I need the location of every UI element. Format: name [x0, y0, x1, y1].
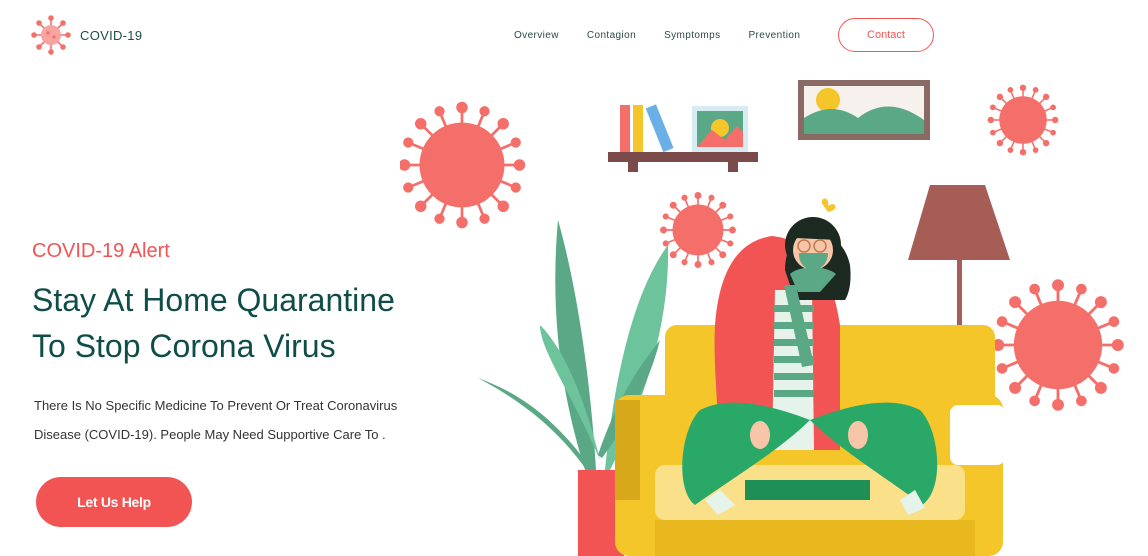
hero-description: There Is No Specific Medicine To Prevent…: [34, 391, 452, 449]
hero-headline: Stay At Home Quarantine To Stop Corona V…: [32, 277, 452, 369]
bookshelf-icon: [608, 104, 758, 172]
quarantine-illustration: [400, 80, 1124, 556]
virus-icon: [660, 192, 736, 268]
nav-symptoms[interactable]: Symptomps: [664, 30, 720, 41]
desc-line-1: There Is No Specific Medicine To Prevent…: [34, 398, 398, 413]
main-nav: Overview Contagion Symptomps Prevention: [500, 18, 814, 52]
desc-line-2: Disease (COVID-19). People May Need Supp…: [34, 427, 386, 442]
brand-name: COVID-19: [80, 27, 143, 43]
virus-icon: [992, 279, 1124, 411]
let-us-help-button[interactable]: Let Us Help: [36, 477, 192, 527]
virus-icon: [400, 101, 526, 229]
hero-section: COVID-19 Alert Stay At Home Quarantine T…: [32, 240, 452, 449]
nav-contagion[interactable]: Contagion: [587, 30, 636, 41]
headline-line-2: To Stop Corona Virus: [32, 328, 336, 364]
contact-button[interactable]: Contact: [838, 18, 934, 52]
virus-icon: [987, 84, 1059, 156]
wall-picture-icon: [798, 80, 930, 140]
brand-logo[interactable]: COVID-19: [30, 14, 142, 56]
headline-line-1: Stay At Home Quarantine: [32, 282, 395, 318]
nav-overview[interactable]: Overview: [514, 30, 559, 41]
nav-prevention[interactable]: Prevention: [748, 30, 800, 41]
virus-icon: [31, 15, 71, 55]
hero-alert: COVID-19 Alert: [32, 240, 170, 262]
